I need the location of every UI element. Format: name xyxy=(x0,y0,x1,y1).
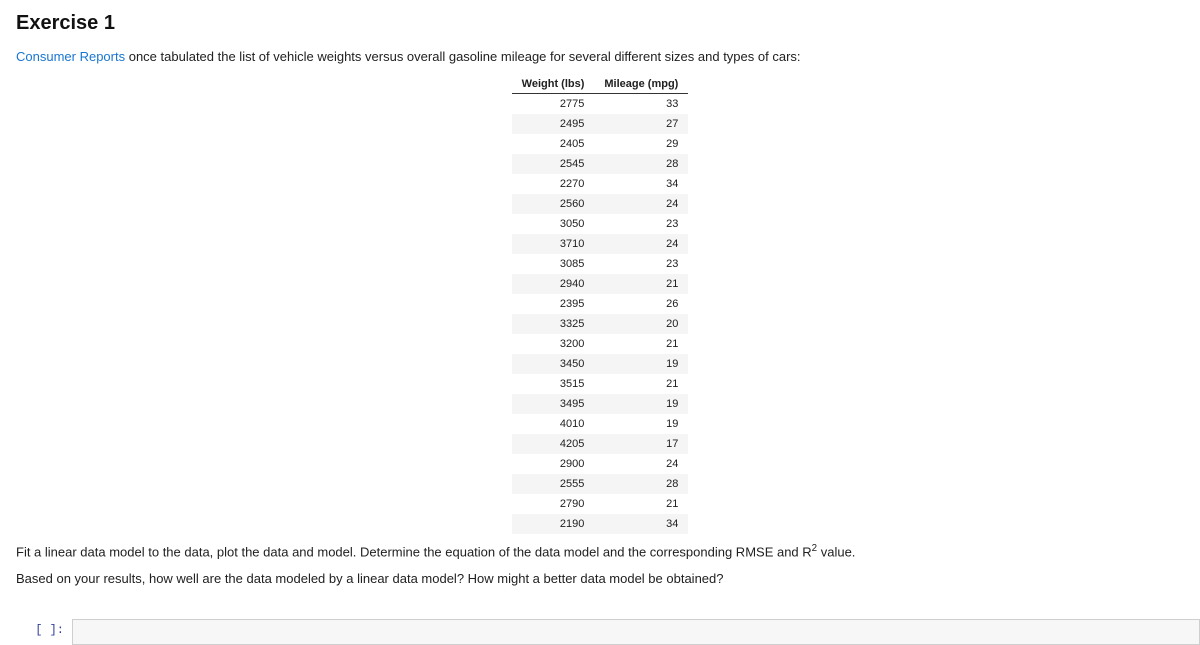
table-cell: 29 xyxy=(594,134,688,154)
table-row: 239526 xyxy=(512,294,689,314)
table-cell: 2790 xyxy=(512,494,595,514)
table-cell: 2555 xyxy=(512,474,595,494)
table-cell: 2900 xyxy=(512,454,595,474)
table-cell: 2940 xyxy=(512,274,595,294)
table-cell: 3450 xyxy=(512,354,595,374)
table-cell: 3495 xyxy=(512,394,595,414)
table-row: 227034 xyxy=(512,174,689,194)
table-cell: 34 xyxy=(594,174,688,194)
table-cell: 4010 xyxy=(512,414,595,434)
table-row: 255528 xyxy=(512,474,689,494)
table-row: 351521 xyxy=(512,374,689,394)
markdown-cell: Exercise 1 Consumer Reports once tabulat… xyxy=(0,0,1200,605)
table-row: 305023 xyxy=(512,214,689,234)
table-cell: 2190 xyxy=(512,514,595,534)
table-cell: 23 xyxy=(594,254,688,274)
prompt-label: [ ]: xyxy=(35,623,64,637)
table-cell: 2775 xyxy=(512,93,595,114)
table-cell: 21 xyxy=(594,494,688,514)
table-cell: 19 xyxy=(594,414,688,434)
table-cell: 23 xyxy=(594,214,688,234)
table-cell: 24 xyxy=(594,454,688,474)
table-cell: 4205 xyxy=(512,434,595,454)
data-table-container: Weight (lbs) Mileage (mpg) 2775332495272… xyxy=(16,75,1184,534)
table-row: 320021 xyxy=(512,334,689,354)
table-cell: 34 xyxy=(594,514,688,534)
table-row: 401019 xyxy=(512,414,689,434)
exercise-heading: Exercise 1 xyxy=(16,12,1184,35)
table-cell: 2395 xyxy=(512,294,595,314)
table-cell: 17 xyxy=(594,434,688,454)
table-cell: 20 xyxy=(594,314,688,334)
table-cell: 33 xyxy=(594,93,688,114)
table-cell: 2405 xyxy=(512,134,595,154)
table-row: 277533 xyxy=(512,93,689,114)
table-row: 249527 xyxy=(512,114,689,134)
table-cell: 24 xyxy=(594,194,688,214)
table-cell: 3200 xyxy=(512,334,595,354)
table-cell: 19 xyxy=(594,354,688,374)
table-row: 294021 xyxy=(512,274,689,294)
table-cell: 28 xyxy=(594,154,688,174)
table-cell: 27 xyxy=(594,114,688,134)
table-row: 345019 xyxy=(512,354,689,374)
table-cell: 3085 xyxy=(512,254,595,274)
intro-text: once tabulated the list of vehicle weigh… xyxy=(125,49,800,64)
consumer-reports-link[interactable]: Consumer Reports xyxy=(16,49,125,64)
table-cell: 2560 xyxy=(512,194,595,214)
input-prompt: ▾ [ ]: xyxy=(0,619,72,645)
table-row: 219034 xyxy=(512,514,689,534)
intro-paragraph: Consumer Reports once tabulated the list… xyxy=(16,47,1184,67)
table-row: 332520 xyxy=(512,314,689,334)
table-row: 420517 xyxy=(512,434,689,454)
table-row: 256024 xyxy=(512,194,689,214)
table-row: 349519 xyxy=(512,394,689,414)
table-cell: 24 xyxy=(594,234,688,254)
code-input-area[interactable] xyxy=(72,619,1200,645)
col-header-mileage: Mileage (mpg) xyxy=(594,75,688,94)
table-cell: 21 xyxy=(594,374,688,394)
table-cell: 21 xyxy=(594,274,688,294)
table-cell: 2495 xyxy=(512,114,595,134)
table-row: 308523 xyxy=(512,254,689,274)
weight-mileage-table: Weight (lbs) Mileage (mpg) 2775332495272… xyxy=(512,75,689,534)
task-paragraph-1: Fit a linear data model to the data, plo… xyxy=(16,542,1184,562)
table-row: 371024 xyxy=(512,234,689,254)
table-cell: 3515 xyxy=(512,374,595,394)
table-cell: 2270 xyxy=(512,174,595,194)
table-cell: 3325 xyxy=(512,314,595,334)
table-row: 279021 xyxy=(512,494,689,514)
task-paragraph-2: Based on your results, how well are the … xyxy=(16,569,1184,589)
table-cell: 3050 xyxy=(512,214,595,234)
table-cell: 3710 xyxy=(512,234,595,254)
table-row: 240529 xyxy=(512,134,689,154)
table-cell: 19 xyxy=(594,394,688,414)
code-cell: ▾ [ ]: xyxy=(0,619,1200,645)
table-cell: 26 xyxy=(594,294,688,314)
table-row: 290024 xyxy=(512,454,689,474)
table-cell: 28 xyxy=(594,474,688,494)
col-header-weight: Weight (lbs) xyxy=(512,75,595,94)
table-cell: 2545 xyxy=(512,154,595,174)
table-row: 254528 xyxy=(512,154,689,174)
table-cell: 21 xyxy=(594,334,688,354)
